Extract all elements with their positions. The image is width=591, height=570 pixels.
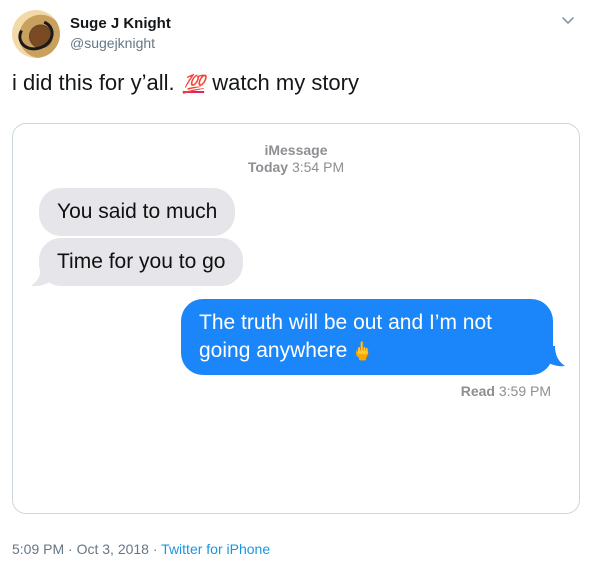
- sent-message: The truth will be out and I’m not going …: [181, 299, 553, 376]
- chevron-down-icon[interactable]: [560, 12, 576, 28]
- attached-screenshot[interactable]: iMessage Today 3:54 PM You said to much …: [12, 123, 580, 514]
- avatar[interactable]: [12, 10, 60, 58]
- author-name[interactable]: Suge J Knight: [70, 15, 171, 32]
- meta-separator: ·: [152, 541, 158, 557]
- tweet-timestamp[interactable]: 5:09 PM · Oct 3, 2018: [12, 541, 149, 557]
- read-receipt: Read 3:59 PM: [461, 383, 551, 399]
- author-handle[interactable]: @sugejknight: [70, 35, 155, 51]
- tweet-source-link[interactable]: Twitter for iPhone: [161, 541, 270, 557]
- tweet-text-start: i did this for y’all.: [12, 70, 175, 95]
- tweet-header: Suge J Knight @sugejknight: [12, 10, 582, 58]
- imessage-header: iMessage Today 3:54 PM: [13, 142, 579, 175]
- sent-bubble-tail: [543, 346, 565, 367]
- service-label: iMessage: [264, 142, 328, 158]
- tweet-meta: 5:09 PM · Oct 3, 2018 · Twitter for iPho…: [12, 541, 270, 557]
- read-time: 3:59 PM: [498, 383, 551, 399]
- date-time: 3:54 PM: [291, 159, 345, 175]
- received-bubble-tail: [31, 266, 53, 287]
- tweet-card: Suge J Knight @sugejknight i did this fo…: [0, 0, 591, 570]
- sent-message-text: The truth will be out and I’m not going …: [199, 311, 492, 362]
- hundred-points-emoji: 💯: [182, 74, 205, 94]
- date-prefix: Today: [247, 159, 289, 175]
- read-label: Read: [460, 383, 495, 399]
- avatar-hat: [13, 14, 59, 56]
- received-message: Time for you to go: [39, 238, 244, 286]
- tweet-text: i did this for y’all. 💯 watch my story: [12, 70, 359, 96]
- middle-finger-emoji: 🖕: [351, 341, 374, 362]
- received-message: You said to much: [39, 188, 236, 236]
- conversation-date: Today 3:54 PM: [13, 159, 579, 175]
- tweet-text-end: watch my story: [212, 70, 359, 95]
